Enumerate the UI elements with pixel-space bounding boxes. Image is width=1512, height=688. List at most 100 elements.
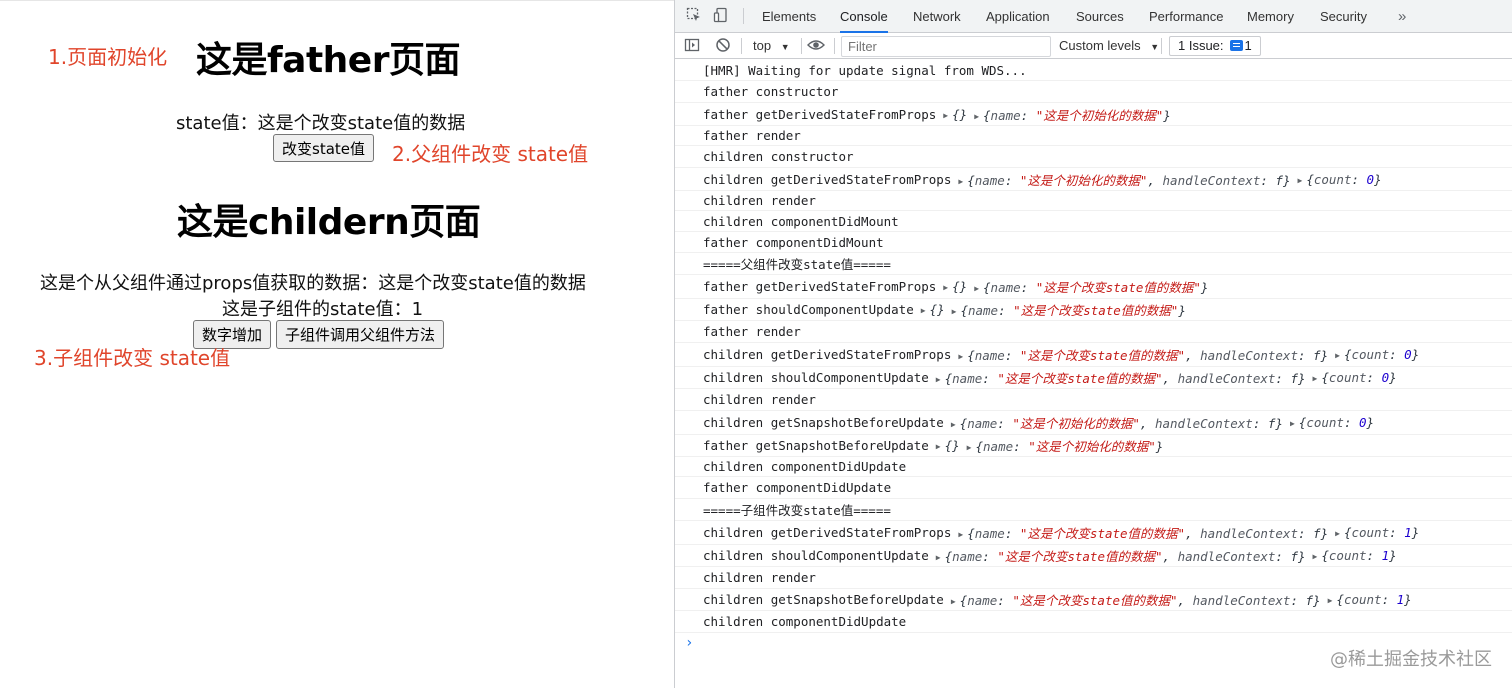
object-preview[interactable]: ▶ {name: "这是个改变state值的数据", handleContext:… [958, 345, 1328, 364]
tab-security[interactable]: Security [1320, 0, 1367, 33]
console-log-line: father componentDidMount [675, 232, 1512, 253]
object-preview[interactable]: ▶ {name: "这是个改变state值的数据"} [974, 277, 1208, 296]
device-toggle-icon[interactable] [712, 7, 730, 25]
log-message: children shouldComponentUpdate [703, 548, 929, 563]
object-preview-text: {name: "这是个改变state值的数据", handleContext: … [944, 549, 1306, 564]
object-preview[interactable]: ▶{} [936, 438, 960, 453]
object-preview-text: {name: "这是个改变state值的数据", handleContext: … [959, 593, 1321, 608]
tab-network[interactable]: Network [913, 0, 961, 33]
object-preview-text: {count: 1} [1343, 525, 1420, 540]
tab-application[interactable]: Application [986, 0, 1050, 33]
object-preview[interactable]: ▶ {name: "这是个改变state值的数据"} [952, 300, 1186, 319]
object-preview[interactable]: ▶{} [943, 279, 967, 294]
console-log-line: children componentDidMount [675, 211, 1512, 232]
log-message: children getSnapshotBeforeUpdate [703, 415, 944, 430]
object-preview[interactable]: ▶ {name: "这是个初始化的数据"} [967, 436, 1164, 455]
log-message: children render [703, 193, 816, 208]
object-preview-text: {count: 0} [1298, 415, 1375, 430]
clear-console-icon[interactable] [714, 37, 732, 55]
object-preview[interactable]: ▶ {name: "这是个初始化的数据", handleContext: f} [958, 170, 1290, 189]
tab-performance[interactable]: Performance [1149, 0, 1223, 33]
object-preview-text: {name: "这是个改变state值的数据"} [983, 280, 1209, 295]
object-preview[interactable]: ▶ {count: 0} [1297, 172, 1381, 187]
object-preview[interactable]: ▶ {name: "这是个改变state值的数据", handleContext:… [958, 523, 1328, 542]
sidebar-toggle-icon[interactable] [683, 37, 701, 55]
call-parent-method-button[interactable]: 子组件调用父组件方法 [276, 320, 445, 349]
annotation-page-init: 1.页面初始化 [48, 45, 168, 69]
live-expression-icon[interactable] [807, 37, 825, 55]
expand-triangle-icon[interactable]: ▶ [958, 530, 963, 539]
console-prompt[interactable]: › [685, 635, 693, 651]
expand-triangle-icon[interactable]: ▶ [1297, 176, 1302, 185]
expand-triangle-icon[interactable]: ▶ [958, 177, 963, 186]
object-preview[interactable]: ▶ {count: 1} [1328, 592, 1412, 607]
expand-triangle-icon[interactable]: ▶ [936, 375, 941, 384]
object-preview-text: {} [952, 106, 968, 122]
tab-console[interactable]: Console [840, 0, 888, 33]
expand-triangle-icon[interactable]: ▶ [974, 284, 979, 293]
object-preview[interactable]: ▶{} [921, 302, 945, 317]
devtools-panel: Elements Console Network Application Sou… [674, 0, 1512, 688]
console-filter-input[interactable] [841, 36, 1051, 57]
console-log-line: children shouldComponentUpdate ▶ {name: "这… [675, 545, 1512, 567]
object-preview-text: {name: "这是个改变state值的数据", handleContext: … [944, 371, 1306, 386]
log-message: children componentDidMount [703, 213, 899, 229]
object-preview-text: {name: "这是个改变state值的数据"} [960, 303, 1186, 318]
object-preview-text: {} [929, 302, 945, 317]
object-preview[interactable]: ▶ {count: 0} [1335, 347, 1419, 362]
console-toolbar: top ▼ Custom levels ▼ 1 Issue: 1 [675, 33, 1512, 59]
more-tabs-icon[interactable]: » [1398, 0, 1406, 33]
change-state-button[interactable]: 改变state值 [273, 134, 374, 162]
expand-triangle-icon[interactable]: ▶ [1290, 419, 1295, 428]
expand-triangle-icon[interactable]: ▶ [1335, 351, 1340, 360]
object-preview[interactable]: ▶ {name: "这是个初始化的数据"} [974, 105, 1171, 124]
tab-memory[interactable]: Memory [1247, 0, 1294, 33]
log-message: children render [703, 392, 816, 407]
log-message: children getDerivedStateFromProps [703, 525, 952, 540]
expand-triangle-icon[interactable]: ▶ [952, 307, 957, 316]
log-message: =====父组件改变state值===== [703, 257, 891, 272]
object-preview[interactable]: ▶ {name: "这是个改变state值的数据", handleContext:… [936, 546, 1306, 565]
object-preview[interactable]: ▶ {name: "这是个初始化的数据", handleContext: f} [951, 413, 1283, 432]
object-preview[interactable]: ▶ {count: 0} [1313, 370, 1397, 385]
context-selector[interactable]: top ▼ [753, 33, 790, 59]
context-label: top [753, 38, 772, 53]
expand-triangle-icon[interactable]: ▶ [936, 553, 941, 562]
object-preview[interactable]: ▶ {} [943, 107, 967, 122]
expand-triangle-icon[interactable]: ▶ [943, 111, 948, 120]
console-log-area: [HMR] Waiting for update signal from WDS… [675, 60, 1512, 688]
expand-triangle-icon[interactable]: ▶ [1335, 529, 1340, 538]
object-preview[interactable]: ▶ {count: 1} [1313, 548, 1397, 563]
tab-sources[interactable]: Sources [1076, 0, 1124, 33]
devtools-tabbar: Elements Console Network Application Sou… [675, 0, 1512, 33]
father-state-text: state值：这是个改变state值的数据 [176, 113, 466, 134]
toolbar-divider [1161, 38, 1162, 54]
issues-button[interactable]: 1 Issue: 1 [1169, 36, 1261, 56]
object-preview[interactable]: ▶ {count: 1} [1335, 525, 1419, 540]
inspect-icon[interactable] [685, 7, 703, 25]
expand-triangle-icon[interactable]: ▶ [936, 442, 941, 451]
expand-triangle-icon[interactable]: ▶ [958, 352, 963, 361]
toolbar-divider [834, 38, 835, 54]
object-preview[interactable]: ▶ {count: 0} [1290, 415, 1374, 430]
expand-triangle-icon[interactable]: ▶ [1328, 596, 1333, 605]
tab-elements[interactable]: Elements [762, 0, 816, 33]
expand-triangle-icon[interactable]: ▶ [1313, 374, 1318, 383]
expand-triangle-icon[interactable]: ▶ [951, 420, 956, 429]
console-log-line: father getDerivedStateFromProps ▶ {} ▶ {name… [675, 275, 1512, 299]
console-log-line: children getDerivedStateFromProps ▶ {name:… [675, 521, 1512, 545]
expand-triangle-icon[interactable]: ▶ [1313, 552, 1318, 561]
expand-triangle-icon[interactable]: ▶ [951, 597, 956, 606]
log-message: children componentDidUpdate [703, 614, 907, 629]
expand-triangle-icon[interactable]: ▶ [974, 112, 979, 121]
log-levels-dropdown[interactable]: Custom levels ▼ [1059, 33, 1159, 59]
log-message: father componentDidMount [703, 234, 884, 250]
log-levels-label: Custom levels [1059, 38, 1141, 53]
annotation-child-change: 3.子组件改变 state值 [34, 346, 231, 370]
object-preview[interactable]: ▶ {name: "这是个改变state值的数据", handleContext:… [951, 590, 1321, 609]
object-preview[interactable]: ▶ {name: "这是个改变state值的数据", handleContext:… [936, 368, 1306, 387]
log-message: father getDerivedStateFromProps [703, 279, 937, 294]
expand-triangle-icon[interactable]: ▶ [967, 443, 972, 452]
expand-triangle-icon[interactable]: ▶ [921, 306, 926, 315]
expand-triangle-icon[interactable]: ▶ [943, 283, 948, 292]
